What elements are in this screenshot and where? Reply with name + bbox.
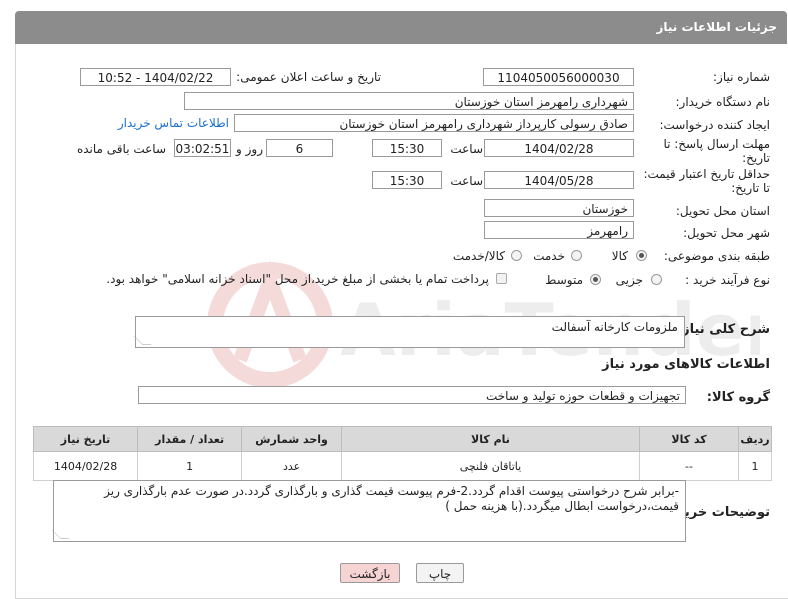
deadline-time-label: ساعت <box>450 142 483 156</box>
process-option-medium: متوسط <box>545 273 583 287</box>
category-radio-service[interactable] <box>571 250 582 261</box>
need-number-field: 1104050056000030 <box>483 68 634 86</box>
buyer-org-label: نام دستگاه خریدار: <box>675 95 771 109</box>
deadline-date-field: 1404/02/28 <box>484 139 634 157</box>
province-field: خوزستان <box>484 199 634 217</box>
treasury-payment-note: پرداخت تمام یا بخشی از مبلغ خرید،از محل … <box>106 272 489 286</box>
remaining-label: ساعت باقی مانده <box>76 142 166 156</box>
col-header-row-number: ردیف <box>738 426 772 452</box>
process-label: نوع فرآیند خرید : <box>685 273 770 287</box>
category-radio-both[interactable] <box>511 250 522 261</box>
days-label: روز و <box>236 142 263 156</box>
process-option-minor: جزیی <box>615 273 643 287</box>
cell-row-number: 1 <box>738 451 772 481</box>
category-option-goods: کالا <box>611 249 628 263</box>
buyer-notes-text: -برابر شرح درخواستی پیوست اقدام گردد.2-ف… <box>104 484 679 513</box>
cell-name: یاتاقان فلنچی <box>340 451 641 481</box>
process-radio-medium[interactable] <box>590 274 601 285</box>
remaining-time-field: 03:02:51 <box>174 139 231 157</box>
goods-table: ردیف کد کالا نام کالا واحد شمارش تعداد /… <box>32 426 772 481</box>
validity-label: حداقل تاریخ اعتبار قیمت: <box>643 167 770 181</box>
process-radio-minor[interactable] <box>651 274 662 285</box>
province-label: استان محل تحویل: <box>675 204 770 218</box>
cell-code: -- <box>639 451 740 481</box>
validity-time-field: 15:30 <box>372 171 442 189</box>
category-radio-goods[interactable] <box>636 250 647 261</box>
buyer-notes-field: -برابر شرح درخواستی پیوست اقدام گردد.2-ف… <box>51 480 686 542</box>
table-row: 1 -- یاتاقان فلنچی عدد 1 1404/02/28 <box>32 451 772 481</box>
col-header-unit: واحد شمارش <box>241 426 342 452</box>
days-field: 6 <box>266 139 333 157</box>
treasury-payment-checkbox[interactable] <box>496 273 507 284</box>
city-label: شهر محل تحویل: <box>683 226 770 240</box>
cell-need-date: 1404/02/28 <box>32 451 139 481</box>
category-option-service: خدمت <box>533 249 565 263</box>
validity-date-field: 1404/05/28 <box>484 171 634 189</box>
resize-grip-icon[interactable] <box>133 336 152 345</box>
panel-header: جزئیات اطلاعات نیاز <box>15 11 787 44</box>
summary-text: ملزومات کارخانه آسفالت <box>551 320 678 334</box>
goods-group-field: تجهیزات و قطعات حوزه تولید و ساخت <box>138 386 686 404</box>
goods-group-label: گروه کالا: <box>706 390 770 405</box>
col-header-need-date: تاریخ نیاز <box>32 426 139 452</box>
announce-field: 1404/02/22 - 10:52 <box>80 68 231 86</box>
deadline-label-date: تاریخ: <box>742 151 770 165</box>
contact-buyer-link[interactable]: اطلاعات تماس خریدار <box>118 116 229 130</box>
city-field: رامهرمز <box>484 221 634 239</box>
category-label: طبقه بندی موضوعی: <box>663 249 770 263</box>
creator-field: صادق رسولی کارپرداز شهرداری رامهرمز استا… <box>234 114 634 132</box>
resize-grip-icon[interactable] <box>51 530 70 539</box>
cell-unit: عدد <box>241 451 342 481</box>
category-option-both: کالا/خدمت <box>452 249 505 263</box>
buyer-org-field: شهرداری رامهرمز استان خوزستان <box>184 92 634 110</box>
deadline-label: مهلت ارسال پاسخ: تا <box>663 137 770 151</box>
col-header-name: نام کالا <box>340 426 641 452</box>
summary-label: شرح کلی نیاز: <box>676 322 770 337</box>
goods-info-title: اطلاعات کالاهای مورد نیاز <box>602 357 770 372</box>
validity-time-label: ساعت <box>450 174 483 188</box>
validity-label-date: تا تاریخ: <box>731 181 770 195</box>
table-header-row: ردیف کد کالا نام کالا واحد شمارش تعداد /… <box>32 426 772 452</box>
announce-label: تاریخ و ساعت اعلان عمومی: <box>236 70 381 84</box>
col-header-code: کد کالا <box>639 426 740 452</box>
creator-label: ایجاد کننده درخواست: <box>659 118 770 132</box>
panel-title: جزئیات اطلاعات نیاز <box>656 20 777 34</box>
summary-field: ملزومات کارخانه آسفالت <box>133 316 685 348</box>
print-button[interactable]: چاپ <box>416 563 464 583</box>
cell-quantity: 1 <box>137 451 243 481</box>
deadline-time-field: 15:30 <box>372 139 442 157</box>
col-header-quantity: تعداد / مقدار <box>137 426 243 452</box>
need-number-label: شماره نیاز: <box>713 70 770 84</box>
back-button[interactable]: بازگشت <box>340 563 400 583</box>
